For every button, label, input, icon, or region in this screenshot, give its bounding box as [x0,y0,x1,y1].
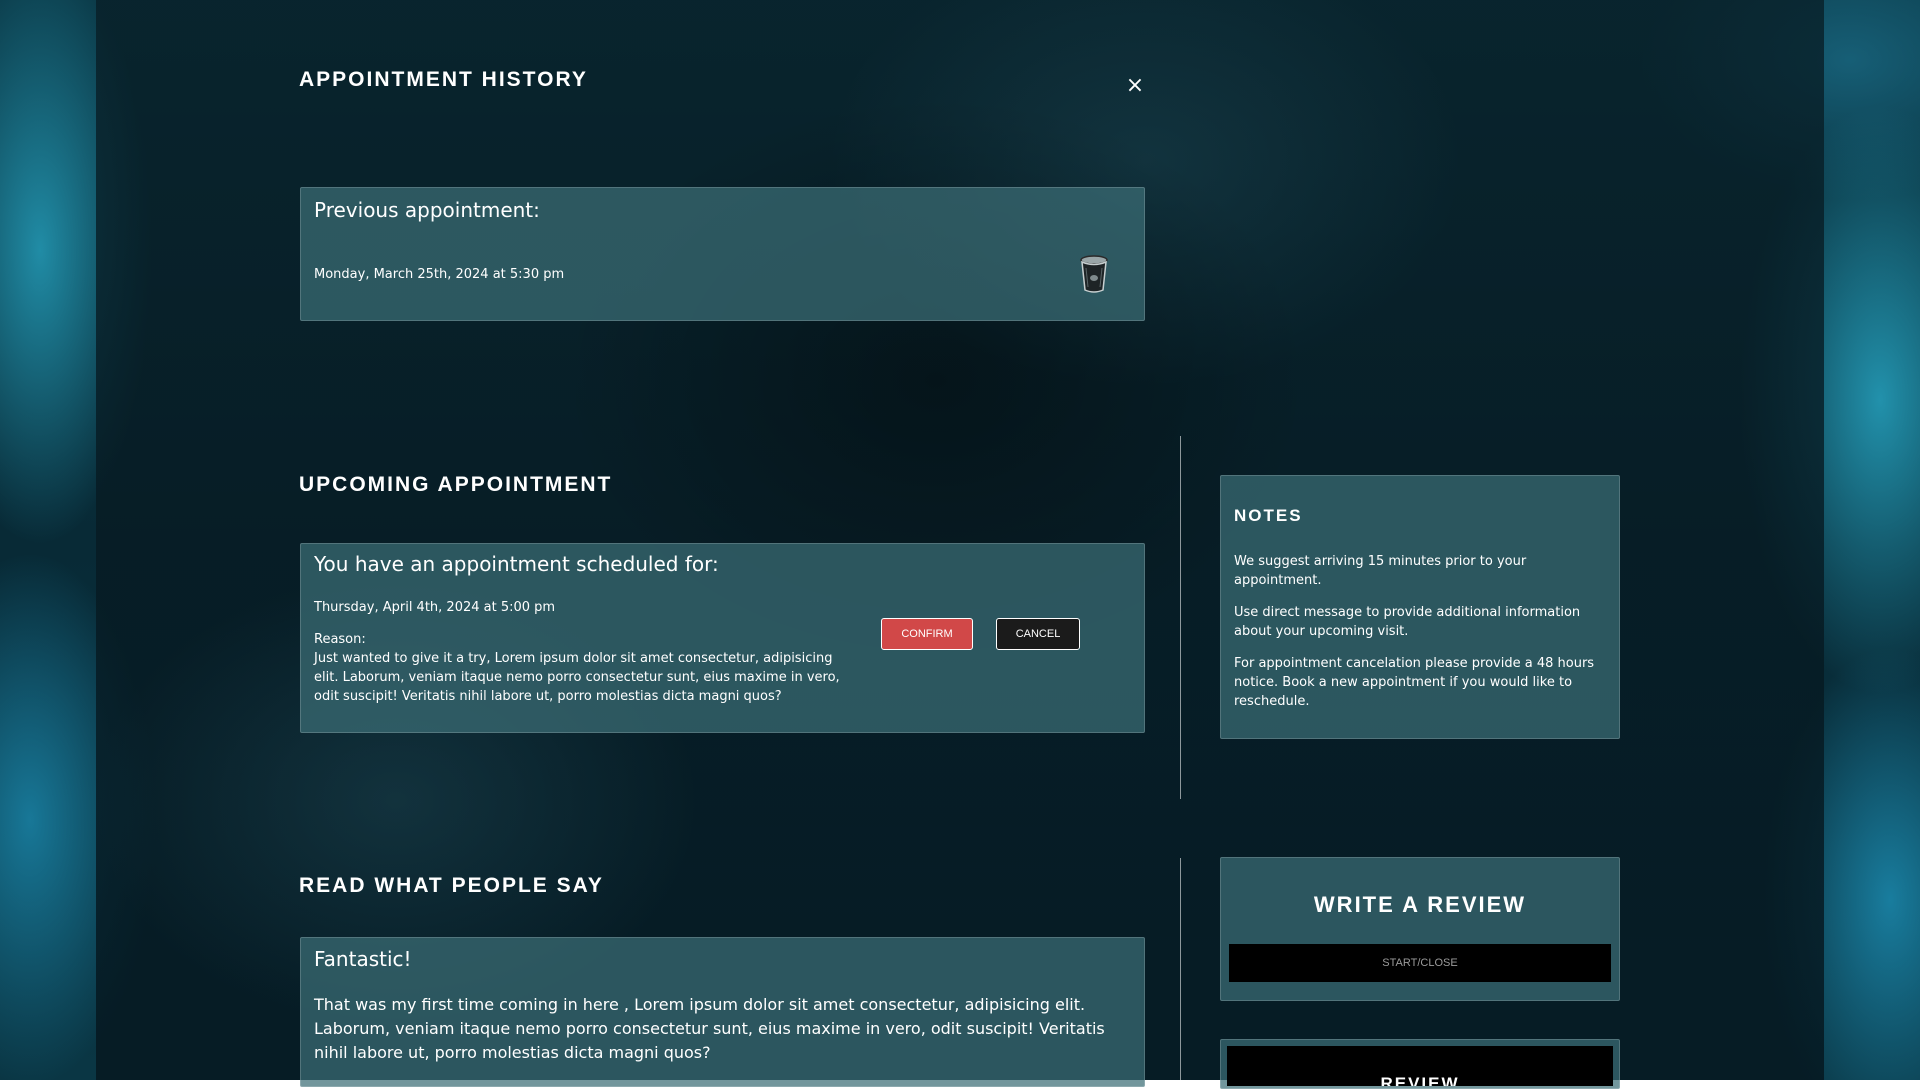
notes-title: NOTES [1234,506,1303,525]
review-card-bottom: REVIEW [1220,1039,1620,1089]
trash-icon[interactable] [1078,254,1110,294]
previous-appointment-date: Monday, March 25th, 2024 at 5:30 pm [314,267,565,282]
review-button[interactable]: REVIEW [1227,1046,1613,1086]
previous-appointment-heading: Previous appointment: [314,198,540,222]
close-icon[interactable]: × [1122,72,1148,98]
reason-label: Reason: [314,632,366,647]
review-label: REVIEW [1380,1074,1460,1086]
review-text: That was my first time coming in here , … [314,995,1105,1062]
vertical-divider [1180,436,1181,799]
notes-item: For appointment cancelation please provi… [1234,656,1595,709]
write-review-title: WRITE A REVIEW [1313,892,1527,917]
notes-item: We suggest arriving 15 minutes prior to … [1234,554,1527,588]
previous-appointment-card: Previous appointment: Monday, March 25th… [300,187,1145,321]
start-close-button[interactable]: START/CLOSE [1229,944,1611,982]
review-card: Fantastic! That was my first time coming… [300,937,1145,1087]
vertical-divider [1180,858,1181,1080]
upcoming-appointment-card: You have an appointment scheduled for: T… [300,543,1145,733]
reason-text: Just wanted to give it a try, Lorem ipsu… [314,651,840,704]
reviews-section-title: READ WHAT PEOPLE SAY [299,874,604,897]
review-heading: Fantastic! [314,947,412,971]
modal-title: APPOINTMENT HISTORY [299,68,588,91]
notes-card: NOTES We suggest arriving 15 minutes pri… [1220,475,1620,739]
confirm-button[interactable]: CONFIRM [881,618,973,650]
write-review-card: WRITE A REVIEW START/CLOSE [1220,857,1620,1001]
notes-item: Use direct message to provide additional… [1234,605,1581,639]
upcoming-appointment-heading: You have an appointment scheduled for: [314,552,719,576]
upcoming-appointment-title: UPCOMING APPOINTMENT [299,473,613,496]
cancel-button[interactable]: CANCEL [996,618,1080,650]
upcoming-appointment-date: Thursday, April 4th, 2024 at 5:00 pm [314,600,556,615]
